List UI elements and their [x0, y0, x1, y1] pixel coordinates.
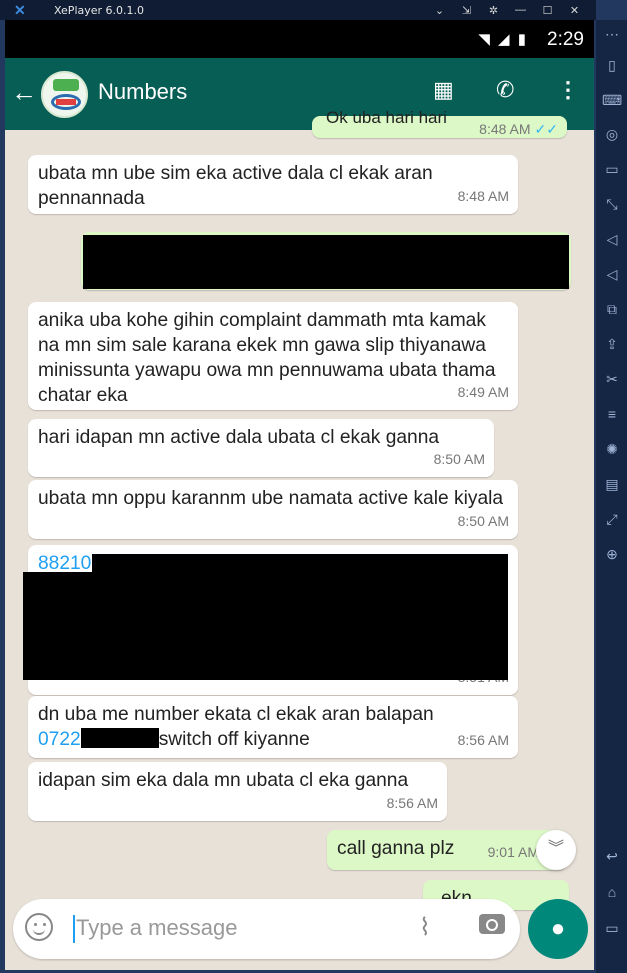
contact-name[interactable]: Numbers: [98, 79, 187, 105]
emulator-window: ✕ XePlayer 6.0.1.0 ⌄ ⇲ ✲ — ☐ ✕ ⋯ ▯ ⌨ ◎ ▭…: [0, 0, 627, 973]
redacted-block: [23, 624, 508, 680]
arrow-back-icon[interactable]: ←: [11, 77, 37, 108]
more-vert-icon[interactable]: ⋮: [557, 77, 579, 103]
add-icon[interactable]: ⊕: [602, 544, 622, 564]
more-icon[interactable]: ⋯: [602, 24, 622, 44]
redacted-block: [92, 554, 508, 578]
store-icon[interactable]: ▦: [433, 77, 454, 103]
avatar[interactable]: [41, 71, 88, 118]
message-bubble-in[interactable]: anika uba kohe gihin complaint dammath m…: [28, 302, 518, 410]
screenshot-icon[interactable]: ✂: [602, 369, 622, 389]
camera-icon[interactable]: [479, 914, 505, 934]
volume-up-icon[interactable]: ◁: [602, 229, 622, 249]
message-bubble-out[interactable]: [81, 232, 571, 290]
message-bubble-in[interactable]: ubata mn oppu karannm ube namata active …: [28, 480, 518, 539]
screen-icon[interactable]: ▭: [602, 159, 622, 179]
status-bar: ◥ ◢ ▮ 2:29: [5, 20, 594, 58]
message-bubble-in[interactable]: ubata mn ube sim eka active dala cl ekak…: [28, 155, 518, 214]
redacted-block: [23, 572, 508, 624]
message-bubble-out[interactable]: Ok uba hari hari 8:48 AM ✓✓: [312, 108, 567, 138]
text-caret: [73, 915, 75, 943]
xeplayer-logo-icon: ✕: [14, 2, 26, 18]
dropdown-icon[interactable]: ⌄: [426, 4, 453, 17]
keyboard-icon[interactable]: ⌨: [602, 90, 622, 110]
message-bubble-out[interactable]: call ganna plz 9:01 AM: [327, 830, 567, 870]
message-bubble-in[interactable]: idapan sim eka dala mn ubata cl eka gann…: [28, 762, 447, 821]
volume-down-icon[interactable]: ◁: [602, 264, 622, 284]
attach-icon[interactable]: ⌇: [419, 913, 431, 942]
loading-icon[interactable]: ✺: [602, 439, 622, 459]
install-apk-icon[interactable]: ⇪: [602, 334, 622, 354]
resize-icon[interactable]: ⤢: [602, 509, 622, 529]
multi-instance-icon[interactable]: ⧉: [602, 299, 622, 319]
mic-button[interactable]: ●: [528, 899, 588, 959]
add-call-icon[interactable]: ✆: [496, 77, 514, 103]
minimize-icon[interactable]: —: [507, 4, 534, 16]
redacted-block: [80, 728, 159, 748]
pin-icon[interactable]: ⇲: [453, 4, 480, 17]
redacted-block: [83, 235, 569, 289]
window-controls: ⌄ ⇲ ✲ — ☐ ✕: [426, 0, 588, 20]
emoji-icon[interactable]: [25, 913, 53, 941]
fullscreen-icon[interactable]: ⤡: [602, 194, 622, 214]
message-input[interactable]: Type a message: [76, 915, 237, 941]
message-composer: Type a message ⌇: [13, 899, 520, 959]
android-screen: ◥ ◢ ▮ 2:29 ← Numbers ▦ ✆ ⋮ Ok uba hari h…: [5, 20, 594, 970]
message-list: Ok uba hari hari 8:48 AM ✓✓ ubata mn ube …: [5, 108, 594, 910]
android-recents-icon[interactable]: ▭: [602, 918, 622, 938]
video-icon[interactable]: ▤: [602, 474, 622, 494]
message-bubble-in[interactable]: dn uba me number ekata cl ekak aran bala…: [28, 696, 518, 758]
scroll-down-button[interactable]: ︾: [536, 830, 576, 870]
location-icon[interactable]: ◎: [602, 124, 622, 144]
emulator-title: XePlayer 6.0.1.0: [54, 3, 145, 17]
emulator-title-bar: ✕ XePlayer 6.0.1.0 ⌄ ⇲ ✲ — ☐ ✕: [0, 0, 596, 20]
android-home-icon[interactable]: ⌂: [602, 882, 622, 902]
close-icon[interactable]: ✕: [561, 4, 588, 17]
status-time: 2:29: [547, 29, 584, 50]
shake-icon[interactable]: ▯: [602, 55, 622, 75]
message-bubble-in[interactable]: hari idapan mn active dala ubata cl ekak…: [28, 419, 494, 477]
android-back-icon[interactable]: ↩: [602, 846, 622, 866]
signal-battery-icon: ◥ ◢ ▮: [478, 31, 528, 48]
settings-icon[interactable]: ✲: [480, 4, 507, 17]
emulator-toolbar: ⋯ ▯ ⌨ ◎ ▭ ⤡ ◁ ◁ ⧉ ⇪ ✂ ≡ ✺ ▤ ⤢ ⊕ ↩ ⌂ ▭: [596, 20, 627, 973]
maximize-icon[interactable]: ☐: [534, 4, 561, 17]
menu-icon[interactable]: ≡: [602, 404, 622, 424]
